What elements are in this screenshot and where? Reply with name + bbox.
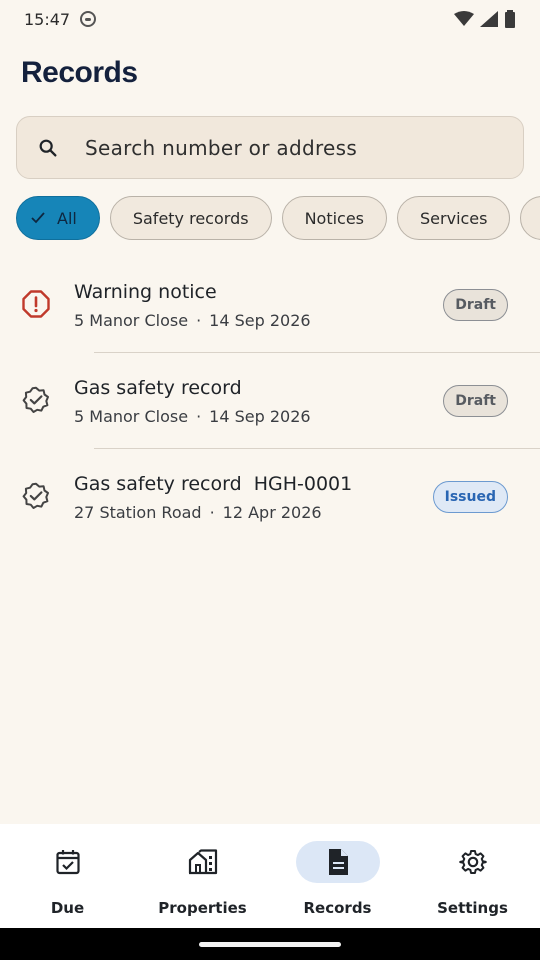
properties-icon bbox=[188, 849, 217, 875]
signal-icon bbox=[480, 11, 498, 27]
record-address: 5 Manor Close bbox=[74, 407, 189, 426]
nav-icon-container bbox=[295, 841, 380, 883]
records-list: Warning notice 5 Manor Close · 14 Sep 2026… bbox=[0, 257, 540, 545]
wifi-icon bbox=[454, 11, 474, 26]
record-date: 14 Sep 2026 bbox=[209, 407, 311, 426]
verified-badge-icon bbox=[22, 386, 49, 413]
record-subtitle: 27 Station Road · 12 Apr 2026 bbox=[74, 503, 352, 522]
filter-chip-all[interactable]: All bbox=[16, 196, 100, 240]
status-badge: Draft bbox=[443, 289, 508, 321]
nav-label: Properties bbox=[158, 899, 247, 917]
nav-item-due[interactable]: Due bbox=[0, 824, 135, 928]
filter-chip-safety-records[interactable]: Safety records bbox=[109, 196, 272, 240]
check-icon bbox=[31, 212, 45, 224]
record-subtitle: 5 Manor Close · 14 Sep 2026 bbox=[74, 407, 311, 426]
nav-icon-container bbox=[431, 841, 515, 883]
nav-item-properties[interactable]: Properties bbox=[135, 824, 270, 928]
status-badge: Issued bbox=[432, 481, 508, 513]
filter-chip-notices[interactable]: Notices bbox=[281, 196, 388, 240]
nav-icon-container bbox=[161, 841, 245, 883]
nav-label: Records bbox=[303, 899, 372, 917]
record-date: 12 Apr 2026 bbox=[222, 503, 322, 522]
warning-icon bbox=[22, 290, 50, 318]
filter-chip-services[interactable]: Services bbox=[397, 196, 511, 240]
battery-icon bbox=[505, 10, 515, 28]
record-date: 14 Sep 2026 bbox=[209, 311, 311, 330]
status-bar: 15:47 bbox=[0, 0, 540, 38]
verified-badge-icon bbox=[22, 482, 49, 509]
nav-icon-container bbox=[26, 841, 110, 883]
record-separator: · bbox=[196, 311, 202, 330]
list-item[interactable]: Warning notice 5 Manor Close · 14 Sep 2026… bbox=[0, 257, 540, 353]
bottom-nav: Due Properties Records Settings bbox=[0, 824, 540, 928]
record-separator: · bbox=[196, 407, 202, 426]
nav-label: Settings bbox=[437, 899, 508, 917]
nav-item-records[interactable]: Records bbox=[270, 824, 405, 928]
record-text: Warning notice 5 Manor Close · 14 Sep 2026 bbox=[74, 281, 311, 330]
record-separator: · bbox=[209, 503, 215, 522]
record-title: Gas safety record bbox=[74, 377, 242, 399]
filter-chips: All Safety records Notices Services D bbox=[16, 196, 540, 240]
gear-icon bbox=[458, 850, 487, 874]
filter-chip-label: Notices bbox=[304, 208, 365, 228]
nav-label: Due bbox=[50, 899, 85, 917]
notification-icon bbox=[80, 11, 97, 27]
record-text: Gas safety record 5 Manor Close · 14 Sep 2… bbox=[74, 377, 311, 426]
search-bar[interactable] bbox=[16, 116, 524, 179]
system-gesture-bar bbox=[0, 928, 540, 960]
status-icons bbox=[454, 10, 516, 28]
filter-chip-more[interactable]: D bbox=[520, 196, 540, 240]
document-icon bbox=[328, 849, 348, 875]
filter-chip-label: Services bbox=[420, 208, 488, 228]
record-text: Gas safety record HGH-0001 27 Station Ro… bbox=[74, 473, 352, 522]
record-title: Gas safety record HGH-0001 bbox=[74, 473, 353, 495]
search-input[interactable] bbox=[85, 135, 485, 160]
record-title: Warning notice bbox=[74, 281, 217, 303]
list-item[interactable]: Gas safety record HGH-0001 27 Station Ro… bbox=[0, 449, 540, 545]
search-icon bbox=[39, 139, 57, 157]
record-address: 5 Manor Close bbox=[74, 311, 189, 330]
nav-item-settings[interactable]: Settings bbox=[405, 824, 540, 928]
status-badge: Draft bbox=[443, 385, 508, 417]
home-gesture-handle[interactable] bbox=[199, 942, 341, 947]
page-title: Records bbox=[21, 56, 138, 89]
filter-chip-label: Safety records bbox=[132, 208, 249, 228]
record-subtitle: 5 Manor Close · 14 Sep 2026 bbox=[74, 311, 311, 330]
calendar-check-icon bbox=[55, 850, 80, 875]
filter-chip-label: All bbox=[57, 208, 77, 228]
list-item[interactable]: Gas safety record 5 Manor Close · 14 Sep 2… bbox=[0, 353, 540, 449]
status-time: 15:47 bbox=[24, 9, 71, 29]
record-address: 27 Station Road bbox=[74, 503, 202, 522]
